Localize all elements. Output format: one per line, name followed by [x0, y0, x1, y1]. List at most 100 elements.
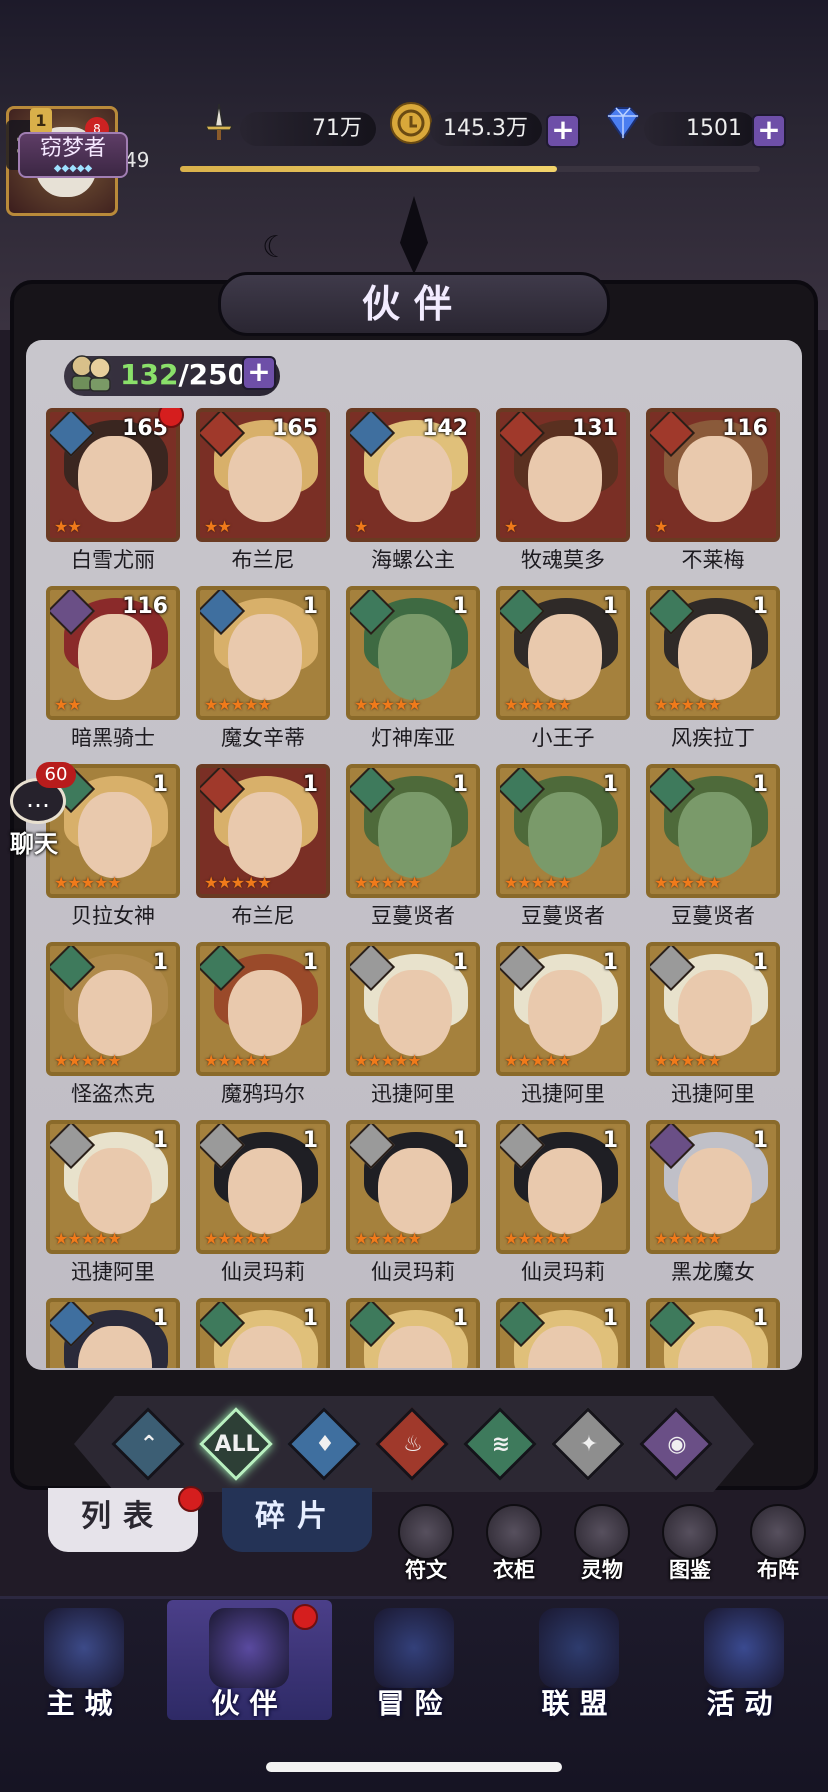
- hero-face: [528, 792, 602, 878]
- hero-card[interactable]: 1 ★★★★★ 迅捷阿里: [346, 942, 480, 1112]
- hero-name: 布兰尼: [231, 904, 295, 928]
- nav-castle-tab[interactable]: 主城: [2, 1600, 167, 1720]
- gold-value: 145.3万: [430, 112, 542, 146]
- hero-card[interactable]: 1 ★★★★★ 布兰尼: [196, 764, 330, 934]
- nav-shield-tab[interactable]: 联盟: [497, 1600, 662, 1720]
- hero-name: 仙灵玛莉: [371, 1260, 455, 1284]
- gold-coin-icon: [390, 102, 432, 144]
- hero-level: 1: [452, 594, 468, 619]
- hero-card[interactable]: 131 ★ 牧魂莫多: [496, 408, 630, 578]
- hero-level: 1: [452, 950, 468, 975]
- tool-formation-button[interactable]: 布阵: [740, 1504, 816, 1588]
- filter-mage-button[interactable]: ⌃: [111, 1407, 185, 1481]
- hero-card[interactable]: 1 ★★★★★ 黑龙魔女: [646, 1120, 780, 1290]
- fire-filter-icon: ♨: [403, 1432, 423, 1457]
- tab-fragments[interactable]: 碎片: [222, 1488, 372, 1552]
- hero-name: 灯神库亚: [371, 726, 455, 750]
- hero-name: 仙灵玛莉: [521, 1260, 605, 1284]
- hero-level: 1: [752, 772, 768, 797]
- hero-level: 1: [152, 950, 168, 975]
- chat-button[interactable]: … 60 聊天: [4, 762, 76, 858]
- hero-card[interactable]: 1: [646, 1298, 780, 1368]
- hero-face: [78, 970, 152, 1056]
- hero-level: 1: [302, 950, 318, 975]
- hero-new-notification-icon: [158, 408, 184, 428]
- hero-card[interactable]: 1 ★★★★★ 豆蔓贤者: [346, 764, 480, 934]
- hero-stars: ★★: [204, 517, 232, 536]
- hero-stars: ★★★★★: [654, 695, 722, 714]
- hero-stars: ★★★★★: [504, 873, 572, 892]
- hero-card[interactable]: 1 ★★★★★ 魔女辛蒂: [196, 586, 330, 756]
- hero-card[interactable]: 1 ★★★★★ 仙灵玛莉: [346, 1120, 480, 1290]
- nav-compass-tab[interactable]: 冒险: [332, 1600, 497, 1720]
- hero-level: 1: [602, 594, 618, 619]
- home-indicator[interactable]: [266, 1762, 562, 1772]
- tab-list[interactable]: 列表: [48, 1488, 198, 1552]
- tool-spirit-lamp-button[interactable]: 灵物: [564, 1504, 640, 1588]
- tool-codex-cards-button[interactable]: 图鉴: [652, 1504, 728, 1588]
- hero-level: 1: [752, 1306, 768, 1331]
- hero-face: [378, 792, 452, 878]
- hero-card[interactable]: 142 ★ 海螺公主: [346, 408, 480, 578]
- hero-card[interactable]: 165 ★★ 布兰尼: [196, 408, 330, 578]
- hero-face: [228, 436, 302, 522]
- hero-name: 怪盗杰克: [71, 1082, 155, 1106]
- hero-portrait: 1 ★★★★★: [196, 764, 330, 898]
- hero-stars: ★★★★★: [504, 1051, 572, 1070]
- filter-wind-button[interactable]: ≋: [463, 1407, 537, 1481]
- hero-card[interactable]: 1 ★★★★★ 豆蔓贤者: [496, 764, 630, 934]
- hero-stars: ★★: [54, 695, 82, 714]
- chat-label: 聊天: [10, 830, 58, 858]
- hero-card[interactable]: 1 ★★★★★ 怪盗杰克: [46, 942, 180, 1112]
- shield-icon: [539, 1608, 619, 1688]
- hero-card[interactable]: 1 ★★★★★ 小王子: [496, 586, 630, 756]
- hero-card[interactable]: 116 ★★ 暗黑骑士: [46, 586, 180, 756]
- hero-card[interactable]: 1 ★★★★★ 风疾拉丁: [646, 586, 780, 756]
- hero-level: 1: [302, 772, 318, 797]
- hero-card[interactable]: 165 ★★ 白雪尤丽: [46, 408, 184, 578]
- hero-face: [678, 970, 752, 1056]
- hero-card[interactable]: 1 ★★★★★ 迅捷阿里: [46, 1120, 180, 1290]
- hero-card[interactable]: 116 ★ 不莱梅: [646, 408, 780, 578]
- hero-level: 1: [152, 1128, 168, 1153]
- hero-portrait: 1 ★★★★★: [346, 586, 480, 720]
- add-gold-button[interactable]: +: [546, 114, 580, 148]
- tool-rune-anvil-button[interactable]: 符文: [388, 1504, 464, 1588]
- hero-card[interactable]: 1 ★★★★★ 仙灵玛莉: [196, 1120, 330, 1290]
- hero-portrait: 1 ★★★★★: [346, 764, 480, 898]
- nav-label: 主城: [46, 1687, 123, 1720]
- hero-card[interactable]: 1 ★★★★★ 迅捷阿里: [496, 942, 630, 1112]
- nav-label: 活动: [706, 1687, 783, 1720]
- nav-cards-tab[interactable]: 活动: [662, 1600, 827, 1720]
- hero-card[interactable]: 1 ★★★★★ 仙灵玛莉: [496, 1120, 630, 1290]
- filter-light-button[interactable]: ✦: [551, 1407, 625, 1481]
- hero-level: 1: [602, 1306, 618, 1331]
- hero-card[interactable]: 1 ★★★★★ 豆蔓贤者: [646, 764, 780, 934]
- companions-icon: [71, 355, 111, 392]
- hero-face: [678, 614, 752, 700]
- hero-card[interactable]: 1 ★★★★★ 魔鸦玛尔: [196, 942, 330, 1112]
- hero-card[interactable]: 1: [196, 1298, 330, 1368]
- add-diamond-button[interactable]: +: [752, 114, 786, 148]
- hero-stars: ★★★★★: [654, 873, 722, 892]
- sword-power-icon: [205, 103, 233, 140]
- player-title-badge[interactable]: 窃梦者 ◆◆◆◆◆: [18, 132, 128, 178]
- filter-dark-button[interactable]: ◉: [639, 1407, 713, 1481]
- hero-card[interactable]: 1 ★★★★★ 迅捷阿里: [646, 942, 780, 1112]
- expand-roster-button[interactable]: +: [242, 356, 276, 390]
- filter-all-button[interactable]: ALL: [199, 1407, 273, 1481]
- hero-level: 1: [752, 594, 768, 619]
- castle-icon: [44, 1608, 124, 1688]
- filter-fire-button[interactable]: ♨: [375, 1407, 449, 1481]
- hero-face: [528, 614, 602, 700]
- hero-card[interactable]: 1: [46, 1298, 180, 1368]
- hero-card[interactable]: 1 ★★★★★ 灯神库亚: [346, 586, 480, 756]
- hero-stars: ★: [654, 517, 668, 536]
- filter-water-button[interactable]: ♦: [287, 1407, 361, 1481]
- tool-wardrobe-button[interactable]: 衣柜: [476, 1504, 552, 1588]
- hero-stars: ★★★★★: [654, 1229, 722, 1248]
- hero-stars: ★★★★★: [354, 1229, 422, 1248]
- hero-name: 迅捷阿里: [371, 1082, 455, 1106]
- hero-card[interactable]: 1: [496, 1298, 630, 1368]
- hero-card[interactable]: 1: [346, 1298, 480, 1368]
